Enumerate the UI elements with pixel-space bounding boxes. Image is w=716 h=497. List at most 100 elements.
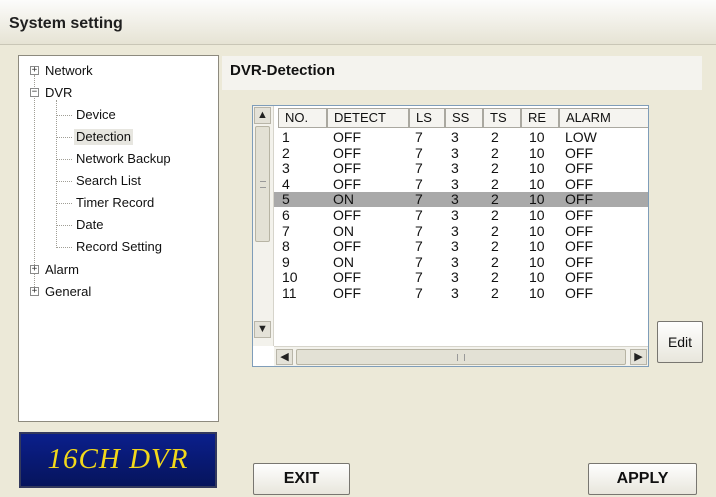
cell-detect: OFF bbox=[333, 160, 361, 177]
detection-table[interactable]: ▲ ▼ NO. DETECT LS SS TS RE ALARM 1 OFF 7 3 2… bbox=[252, 105, 649, 367]
cell-detect: OFF bbox=[333, 175, 361, 192]
expand-icon[interactable]: + bbox=[30, 66, 39, 75]
column-header-ts[interactable]: TS bbox=[483, 108, 521, 128]
cell-ts: 2 bbox=[491, 129, 499, 145]
tree-connector bbox=[56, 159, 72, 160]
section-title: DVR-Detection bbox=[230, 62, 336, 79]
scroll-thumb[interactable] bbox=[255, 126, 270, 242]
apply-button[interactable]: APPLY bbox=[588, 463, 697, 495]
cell-ss: 3 bbox=[451, 238, 459, 255]
cell-ls: 7 bbox=[415, 160, 423, 177]
cell-alarm: OFF bbox=[565, 144, 593, 161]
cell-detect: OFF bbox=[333, 207, 361, 223]
cell-no: 8 bbox=[282, 238, 290, 255]
cell-ss: 3 bbox=[451, 191, 459, 208]
cell-ls: 7 bbox=[415, 253, 423, 270]
tree-connector bbox=[56, 137, 72, 138]
cell-detect: ON bbox=[333, 253, 354, 270]
cell-alarm: OFF bbox=[565, 222, 593, 239]
vertical-scrollbar[interactable]: ▲ ▼ bbox=[253, 106, 274, 346]
cell-no: 10 bbox=[282, 269, 298, 286]
cell-re: 10 bbox=[529, 160, 545, 177]
cell-ts: 2 bbox=[491, 222, 499, 239]
cell-alarm: OFF bbox=[565, 191, 593, 208]
column-header-alarm[interactable]: ALARM bbox=[559, 108, 648, 128]
cell-detect: OFF bbox=[333, 285, 361, 301]
cell-ss: 3 bbox=[451, 160, 459, 177]
cell-ss: 3 bbox=[451, 269, 459, 286]
cell-ls: 7 bbox=[415, 191, 423, 208]
edit-button[interactable]: Edit bbox=[657, 321, 703, 363]
table-row[interactable]: 3 OFF 7 3 2 10 OFF bbox=[274, 160, 648, 177]
scroll-right-icon[interactable]: ▶ bbox=[630, 349, 647, 365]
column-header-ss[interactable]: SS bbox=[445, 108, 483, 128]
cell-ss: 3 bbox=[451, 222, 459, 239]
cell-ls: 7 bbox=[415, 207, 423, 223]
column-header-no[interactable]: NO. bbox=[278, 108, 327, 128]
cell-re: 10 bbox=[529, 175, 545, 192]
table-row[interactable]: 10 OFF 7 3 2 10 OFF bbox=[274, 269, 648, 286]
collapse-icon[interactable]: − bbox=[30, 88, 39, 97]
tree-item-search-list[interactable]: Search List bbox=[76, 173, 141, 189]
tree-item-general[interactable]: General bbox=[45, 284, 91, 300]
cell-re: 10 bbox=[529, 269, 545, 286]
cell-alarm: OFF bbox=[565, 269, 593, 286]
table-row[interactable]: 1 OFF 7 3 2 10 LOW bbox=[274, 129, 648, 145]
expand-icon[interactable]: + bbox=[30, 265, 39, 274]
tree-item-network[interactable]: Network bbox=[45, 63, 93, 79]
cell-detect: ON bbox=[333, 222, 354, 239]
table-row[interactable]: 5 ON 7 3 2 10 OFF bbox=[274, 191, 648, 208]
cell-alarm: OFF bbox=[565, 253, 593, 270]
tree-item-record-setting[interactable]: Record Setting bbox=[76, 239, 162, 255]
table-row[interactable]: 2 OFF 7 3 2 10 OFF bbox=[274, 144, 648, 161]
table-row[interactable]: 7 ON 7 3 2 10 OFF bbox=[274, 222, 648, 239]
cell-alarm: OFF bbox=[565, 175, 593, 192]
cell-ls: 7 bbox=[415, 129, 423, 145]
cell-re: 10 bbox=[529, 238, 545, 255]
tree-connector bbox=[56, 247, 72, 248]
tree-item-device[interactable]: Device bbox=[76, 107, 116, 123]
cell-detect: OFF bbox=[333, 238, 361, 255]
cell-ts: 2 bbox=[491, 191, 499, 208]
cell-alarm: OFF bbox=[565, 160, 593, 177]
dvr-logo: 16CH DVR bbox=[19, 432, 217, 488]
table-row[interactable]: 4 OFF 7 3 2 10 OFF bbox=[274, 175, 648, 192]
cell-ss: 3 bbox=[451, 175, 459, 192]
tree-item-dvr[interactable]: DVR bbox=[45, 85, 72, 101]
cell-re: 10 bbox=[529, 191, 545, 208]
cell-ls: 7 bbox=[415, 175, 423, 192]
scroll-down-icon[interactable]: ▼ bbox=[254, 321, 271, 338]
tree-item-alarm[interactable]: Alarm bbox=[45, 262, 79, 278]
scroll-left-icon[interactable]: ◀ bbox=[276, 349, 293, 365]
tree-item-date[interactable]: Date bbox=[76, 217, 103, 233]
cell-ts: 2 bbox=[491, 207, 499, 223]
cell-ls: 7 bbox=[415, 238, 423, 255]
column-header-detect[interactable]: DETECT bbox=[327, 108, 409, 128]
table-row[interactable]: 6 OFF 7 3 2 10 OFF bbox=[274, 207, 648, 223]
table-row[interactable]: 9 ON 7 3 2 10 OFF bbox=[274, 253, 648, 270]
table-row[interactable]: 8 OFF 7 3 2 10 OFF bbox=[274, 238, 648, 255]
settings-tree: + Network − DVR Device Detection Network… bbox=[18, 55, 219, 422]
cell-detect: OFF bbox=[333, 144, 361, 161]
tree-connector bbox=[56, 225, 72, 226]
cell-alarm: OFF bbox=[565, 207, 593, 223]
cell-ls: 7 bbox=[415, 285, 423, 301]
column-header-ls[interactable]: LS bbox=[409, 108, 445, 128]
cell-ls: 7 bbox=[415, 222, 423, 239]
cell-no: 1 bbox=[282, 129, 290, 145]
scroll-up-icon[interactable]: ▲ bbox=[254, 107, 271, 124]
cell-ts: 2 bbox=[491, 285, 499, 301]
cell-re: 10 bbox=[529, 222, 545, 239]
cell-detect: OFF bbox=[333, 269, 361, 286]
tree-item-network-backup[interactable]: Network Backup bbox=[76, 151, 171, 167]
exit-button[interactable]: EXIT bbox=[253, 463, 350, 495]
cell-no: 6 bbox=[282, 207, 290, 223]
tree-item-detection[interactable]: Detection bbox=[74, 129, 133, 145]
expand-icon[interactable]: + bbox=[30, 287, 39, 296]
table-row[interactable]: 11 OFF 7 3 2 10 OFF bbox=[274, 285, 648, 301]
horizontal-scrollbar[interactable]: ◀ ▶ bbox=[274, 346, 648, 366]
horizontal-scroll-thumb[interactable] bbox=[296, 349, 626, 365]
column-header-re[interactable]: RE bbox=[521, 108, 559, 128]
tree-item-timer-record[interactable]: Timer Record bbox=[76, 195, 154, 211]
cell-ls: 7 bbox=[415, 144, 423, 161]
